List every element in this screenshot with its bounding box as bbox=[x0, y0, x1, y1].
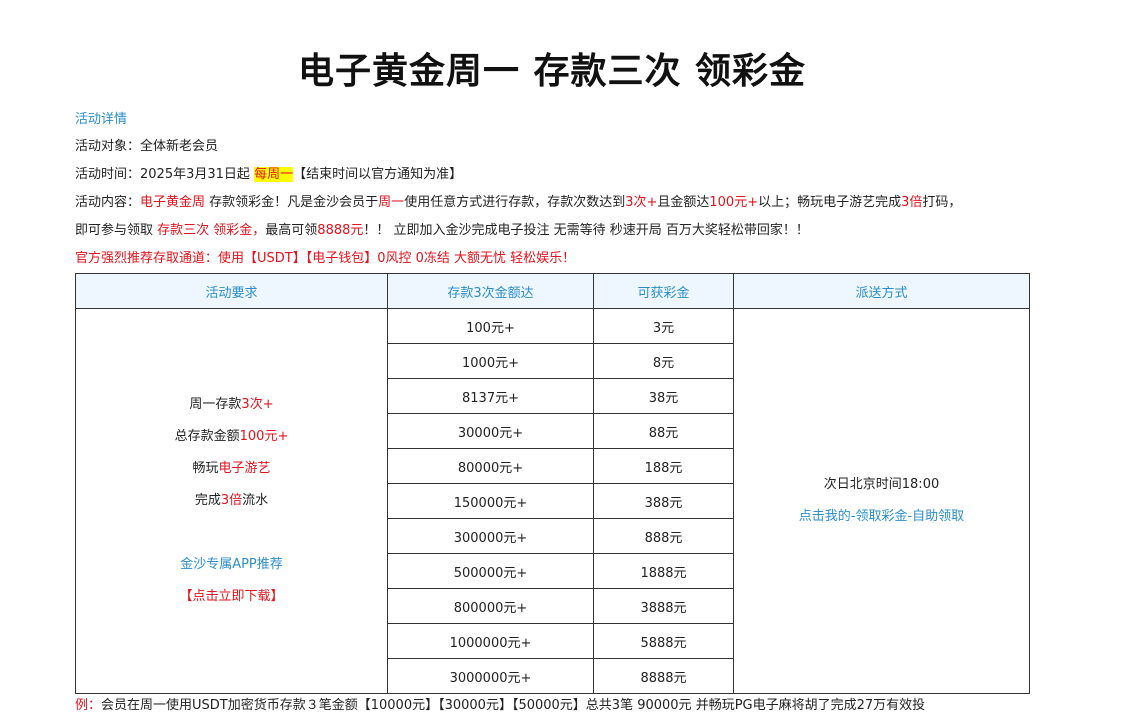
req-text: 周一存款 bbox=[189, 397, 242, 412]
activity-content-line2: 即可参与领取 存款三次 领彩金，最高可领8888元！！ 立即加入金沙完成电子投注… bbox=[75, 221, 809, 241]
req-line-2: 总存款金额100元+ bbox=[76, 421, 387, 453]
example-footnote: 例：会员在周一使用USDT加密货币存款３笔金额【10000元】【30000元】【… bbox=[75, 697, 925, 715]
deposit-cell: 8137元+ bbox=[387, 378, 594, 414]
deposit-cell: 800000元+ bbox=[387, 588, 594, 624]
bonus-cell: 8元 bbox=[593, 343, 734, 379]
page-title: 电子黄金周一 存款三次 领彩金 bbox=[297, 51, 807, 92]
content-text-5: 打码， bbox=[922, 195, 962, 210]
header-deposit: 存款3次金额达 bbox=[387, 273, 594, 309]
bonus-cell: 1888元 bbox=[593, 553, 734, 589]
table-header-row: 活动要求 存款3次金额达 可获彩金 派送方式 bbox=[75, 273, 1030, 309]
bonus-cell: 3888元 bbox=[593, 588, 734, 624]
deposit-cell: 100元+ bbox=[387, 308, 594, 344]
bonus-cell: 188元 bbox=[593, 448, 734, 484]
bonus-cell: 888元 bbox=[593, 518, 734, 554]
deposit-cell: 1000000元+ bbox=[387, 623, 594, 659]
deposit-cell: 30000元+ bbox=[387, 413, 594, 449]
header-bonus: 可获彩金 bbox=[593, 273, 734, 309]
delivery-cell: 次日北京时间18:00 点击我的-领取彩金-自助领取 bbox=[733, 308, 1030, 694]
activity-details-link[interactable]: 活动详情 bbox=[75, 110, 127, 130]
activity-content-line1: 活动内容：电子黄金周 存款领彩金！凡是金沙会员于周一使用任意方式进行存款，存款次… bbox=[75, 193, 961, 213]
req-line-3: 畅玩电子游艺 bbox=[76, 453, 387, 485]
deposit-cell: 150000元+ bbox=[387, 483, 594, 519]
req-red: 3次+ bbox=[241, 397, 274, 412]
bonus-cell: 8888元 bbox=[593, 658, 734, 694]
deposit-cell: 1000元+ bbox=[387, 343, 594, 379]
requirements-cell: 周一存款3次+ 总存款金额100元+ 畅玩电子游艺 完成3倍流水 金沙专属APP… bbox=[75, 308, 388, 694]
download-link[interactable]: 【点击立即下载】 bbox=[76, 581, 387, 613]
req-line-4: 完成3倍流水 bbox=[76, 485, 387, 517]
header-requirement: 活动要求 bbox=[75, 273, 388, 309]
bonus-cell: 3元 bbox=[593, 308, 734, 344]
content-text-4: 以上；畅玩电子游艺完成 bbox=[758, 195, 902, 210]
delivery-time: 次日北京时间18:00 bbox=[823, 477, 940, 492]
bonus-cell: 38元 bbox=[593, 378, 734, 414]
deposit-cell: 500000元+ bbox=[387, 553, 594, 589]
req-red: 100元+ bbox=[239, 429, 289, 444]
req-line-1: 周一存款3次+ bbox=[76, 389, 387, 421]
target-value: 全体新老会员 bbox=[140, 139, 219, 154]
deposit-cell: 3000000元+ bbox=[387, 658, 594, 694]
footnote-label: 例： bbox=[75, 698, 102, 713]
content-line2-text-3: ！！ 立即加入金沙完成电子投注 无需等待 秒速开局 百万大奖轻松带回家！！ bbox=[363, 223, 809, 238]
content-red-2: 周一 bbox=[378, 195, 405, 210]
app-recommend-link[interactable]: 金沙专属APP推荐 bbox=[76, 549, 387, 581]
content-red-4: 100元+ bbox=[709, 195, 759, 210]
req-text: 流水 bbox=[242, 493, 269, 508]
req-text: 完成 bbox=[194, 493, 221, 508]
content-line2-text-1: 即可参与领取 bbox=[75, 223, 158, 238]
content-line2-text-2: 最高可领 bbox=[265, 223, 318, 238]
time-highlight: 每周一 bbox=[254, 167, 294, 182]
content-red-5: 3倍 bbox=[901, 195, 923, 210]
reward-table: 活动要求 存款3次金额达 可获彩金 派送方式 周一存款3次+ 总存款金额100元… bbox=[75, 273, 1030, 694]
claim-bonus-link[interactable]: 点击我的-领取彩金-自助领取 bbox=[734, 501, 1029, 533]
deposit-cell: 300000元+ bbox=[387, 518, 594, 554]
content-text-1: 存款领彩金！凡是金沙会员于 bbox=[205, 195, 379, 210]
header-delivery: 派送方式 bbox=[733, 273, 1030, 309]
content-text-3: 且金额达 bbox=[657, 195, 710, 210]
req-text: 畅玩 bbox=[192, 461, 219, 476]
bonus-cell: 5888元 bbox=[593, 623, 734, 659]
req-red: 电子游艺 bbox=[218, 461, 271, 476]
req-text: 总存款金额 bbox=[174, 429, 240, 444]
content-line2-red-2: 8888元 bbox=[317, 223, 364, 238]
time-label: 活动时间： bbox=[75, 167, 141, 182]
bonus-cell: 388元 bbox=[593, 483, 734, 519]
table-row: 周一存款3次+ 总存款金额100元+ 畅玩电子游艺 完成3倍流水 金沙专属APP… bbox=[75, 308, 1030, 694]
content-text-2: 使用任意方式进行存款，存款次数达到 bbox=[404, 195, 626, 210]
activity-target: 活动对象：全体新老会员 bbox=[75, 137, 218, 157]
bonus-cell: 88元 bbox=[593, 413, 734, 449]
activity-time: 活动时间：2025年3月31日起 每周一【结束时间以官方通知为准】 bbox=[75, 165, 462, 185]
content-red-1: 电子黄金周 bbox=[140, 195, 206, 210]
content-red-3: 3次+ bbox=[625, 195, 658, 210]
content-line2-red-1: 存款三次 领彩金， bbox=[157, 223, 266, 238]
time-end: 【结束时间以官方通知为准】 bbox=[293, 167, 463, 182]
time-start: 2025年3月31日起 bbox=[140, 167, 250, 182]
req-red: 3倍 bbox=[220, 493, 243, 508]
recommend-channel: 官方强烈推荐存取通道：使用【USDT】【电子钱包】0风控 0冻结 大额无忧 轻松… bbox=[75, 251, 576, 266]
target-label: 活动对象： bbox=[75, 139, 141, 154]
content-label: 活动内容： bbox=[75, 195, 141, 210]
footnote-text: 会员在周一使用USDT加密货币存款３笔金额【10000元】【30000元】【50… bbox=[101, 698, 926, 713]
deposit-cell: 80000元+ bbox=[387, 448, 594, 484]
